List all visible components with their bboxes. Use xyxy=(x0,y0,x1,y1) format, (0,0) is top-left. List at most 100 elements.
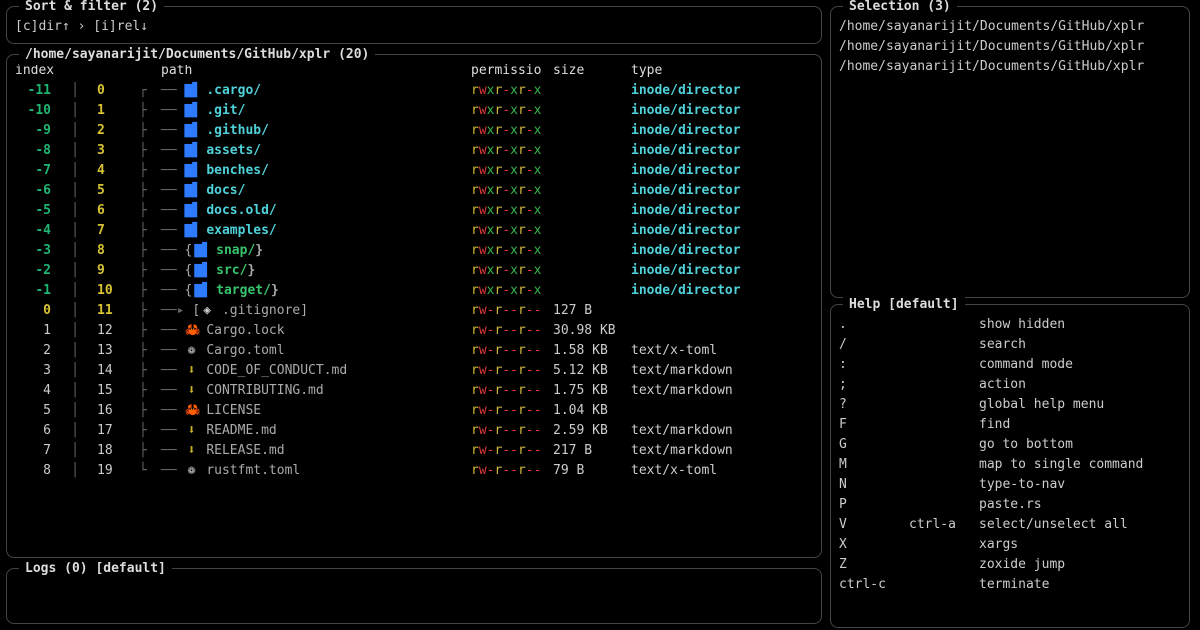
file-name: examples/ xyxy=(206,223,276,238)
selection-item[interactable]: /home/sayanarijit/Documents/GitHub/xplr xyxy=(839,17,1181,37)
table-row[interactable]: -11│0┌── ▇▋ .cargo/rwxr-xr-xinode/direct… xyxy=(15,81,813,101)
help-alt-key xyxy=(909,555,979,575)
abs-index: 5 xyxy=(93,181,139,201)
rel-index: -3 xyxy=(15,241,57,261)
help-alt-key xyxy=(909,455,979,475)
file-name: target/ xyxy=(216,283,279,298)
table-row[interactable]: -8│3├── ▇▋ assets/rwxr-xr-xinode/directo… xyxy=(15,141,813,161)
table-row[interactable]: -7│4├── ▇▋ benches/rwxr-xr-xinode/direct… xyxy=(15,161,813,181)
help-alt-key xyxy=(909,335,979,355)
help-key: . xyxy=(839,315,909,335)
tree-branch: └ xyxy=(139,461,161,481)
permissions: rwxr-xr-x xyxy=(471,141,553,161)
file-size: 1.58 KB xyxy=(553,341,631,361)
selection-item[interactable]: /home/sayanarijit/Documents/GitHub/xplr xyxy=(839,37,1181,57)
table-row[interactable]: 8│19└── ❁ rustfmt.tomlrw-r--r--79 Btext/… xyxy=(15,461,813,481)
folder-icon: ▇▋ xyxy=(194,261,208,281)
folder-icon: ▇▋ xyxy=(194,281,208,301)
abs-index: 8 xyxy=(93,241,139,261)
table-row[interactable]: 3│14├── ⬇ CODE_OF_CONDUCT.mdrw-r--r--5.1… xyxy=(15,361,813,381)
file-type: text/x-toml xyxy=(631,461,791,481)
selection-item[interactable]: /home/sayanarijit/Documents/GitHub/xplr xyxy=(839,57,1181,77)
permissions: rw-r--r-- xyxy=(471,361,553,381)
help-row: . show hidden xyxy=(839,315,1181,335)
tree-branch: ├ xyxy=(139,101,161,121)
file-size: 2.59 KB xyxy=(553,421,631,441)
help-title: Help [default] xyxy=(843,295,965,315)
help-key: X xyxy=(839,535,909,555)
rel-index: -8 xyxy=(15,141,57,161)
table-row[interactable]: 1│12├── 🦀 Cargo.lockrw-r--r--30.98 KB xyxy=(15,321,813,341)
help-desc: paste.rs xyxy=(979,495,1181,515)
file-name: RELEASE.md xyxy=(206,443,284,458)
help-row: Ntype-to-nav xyxy=(839,475,1181,495)
help-row: Vctrl-aselect/unselect all xyxy=(839,515,1181,535)
abs-index: 0 xyxy=(93,81,139,101)
permissions: rw-r--r-- xyxy=(471,301,553,321)
help-desc: global help menu xyxy=(979,395,1181,415)
abs-index: 18 xyxy=(93,441,139,461)
file-name: README.md xyxy=(206,423,276,438)
tree-branch: ├ xyxy=(139,141,161,161)
rel-index: 1 xyxy=(15,321,57,341)
tree-branch: ├ xyxy=(139,421,161,441)
file-name: assets/ xyxy=(206,143,261,158)
tree-branch: ├ xyxy=(139,381,161,401)
table-row[interactable]: -3│8├── ▇▋ snap/rwxr-xr-xinode/director xyxy=(15,241,813,261)
permissions: rwxr-xr-x xyxy=(471,121,553,141)
table-row[interactable]: 0│11├──▸ ◈ .gitignorerw-r--r--127 B xyxy=(15,301,813,321)
permissions: rwxr-xr-x xyxy=(471,261,553,281)
abs-index: 15 xyxy=(93,381,139,401)
table-row[interactable]: -1│10├── ▇▋ target/rwxr-xr-xinode/direct… xyxy=(15,281,813,301)
table-row[interactable]: -10│1├── ▇▋ .git/rwxr-xr-xinode/director xyxy=(15,101,813,121)
table-row[interactable]: -2│9├── ▇▋ src/rwxr-xr-xinode/director xyxy=(15,261,813,281)
table-row[interactable]: 2│13├── ❁ Cargo.tomlrw-r--r--1.58 KBtext… xyxy=(15,341,813,361)
file-type: inode/director xyxy=(631,221,791,241)
file-type: inode/director xyxy=(631,241,791,261)
abs-index: 17 xyxy=(93,421,139,441)
files-title: /home/sayanarijit/Documents/GitHub/xplr … xyxy=(19,45,375,65)
help-row: ?global help menu xyxy=(839,395,1181,415)
folder-icon: ▇▋ xyxy=(184,121,198,141)
table-row[interactable]: -6│5├── ▇▋ docs/rwxr-xr-xinode/director xyxy=(15,181,813,201)
table-row[interactable]: -9│2├── ▇▋ .github/rwxr-xr-xinode/direct… xyxy=(15,121,813,141)
help-key: N xyxy=(839,475,909,495)
file-name: .github/ xyxy=(206,123,269,138)
help-alt-key xyxy=(909,535,979,555)
file-size: 30.98 KB xyxy=(553,321,631,341)
table-row[interactable]: 5│16├── 🦀 LICENSErw-r--r--1.04 KB xyxy=(15,401,813,421)
file-size: 127 B xyxy=(553,301,631,321)
help-key: ; xyxy=(839,375,909,395)
file-type: inode/director xyxy=(631,261,791,281)
permissions: rwxr-xr-x xyxy=(471,221,553,241)
help-key: / xyxy=(839,335,909,355)
abs-index: 11 xyxy=(93,301,139,321)
help-desc: show hidden xyxy=(979,315,1181,335)
header-type: type xyxy=(631,61,791,81)
rel-index: 3 xyxy=(15,361,57,381)
folder-icon: ▇▋ xyxy=(184,181,198,201)
table-row[interactable]: 6│17├── ⬇ README.mdrw-r--r--2.59 KBtext/… xyxy=(15,421,813,441)
abs-index: 1 xyxy=(93,101,139,121)
file-name: docs.old/ xyxy=(206,203,276,218)
help-row: ;action xyxy=(839,375,1181,395)
file-icon: ⬇ xyxy=(184,381,198,401)
file-name: Cargo.toml xyxy=(206,343,284,358)
table-row[interactable]: 7│18├── ⬇ RELEASE.mdrw-r--r--217 Btext/m… xyxy=(15,441,813,461)
table-row[interactable]: 4│15├── ⬇ CONTRIBUTING.mdrw-r--r--1.75 K… xyxy=(15,381,813,401)
file-icon: 🦀 xyxy=(184,321,198,341)
header-size: size xyxy=(553,61,631,81)
file-name: src/ xyxy=(216,263,255,278)
permissions: rwxr-xr-x xyxy=(471,81,553,101)
file-name: benches/ xyxy=(206,163,269,178)
abs-index: 4 xyxy=(93,161,139,181)
rel-index: 5 xyxy=(15,401,57,421)
abs-index: 7 xyxy=(93,221,139,241)
table-row[interactable]: -4│7├── ▇▋ examples/rwxr-xr-xinode/direc… xyxy=(15,221,813,241)
help-alt-key xyxy=(909,395,979,415)
help-key: V xyxy=(839,515,909,535)
file-name: LICENSE xyxy=(206,403,261,418)
help-key: G xyxy=(839,435,909,455)
table-row[interactable]: -5│6├── ▇▋ docs.old/rwxr-xr-xinode/direc… xyxy=(15,201,813,221)
rel-index: 6 xyxy=(15,421,57,441)
